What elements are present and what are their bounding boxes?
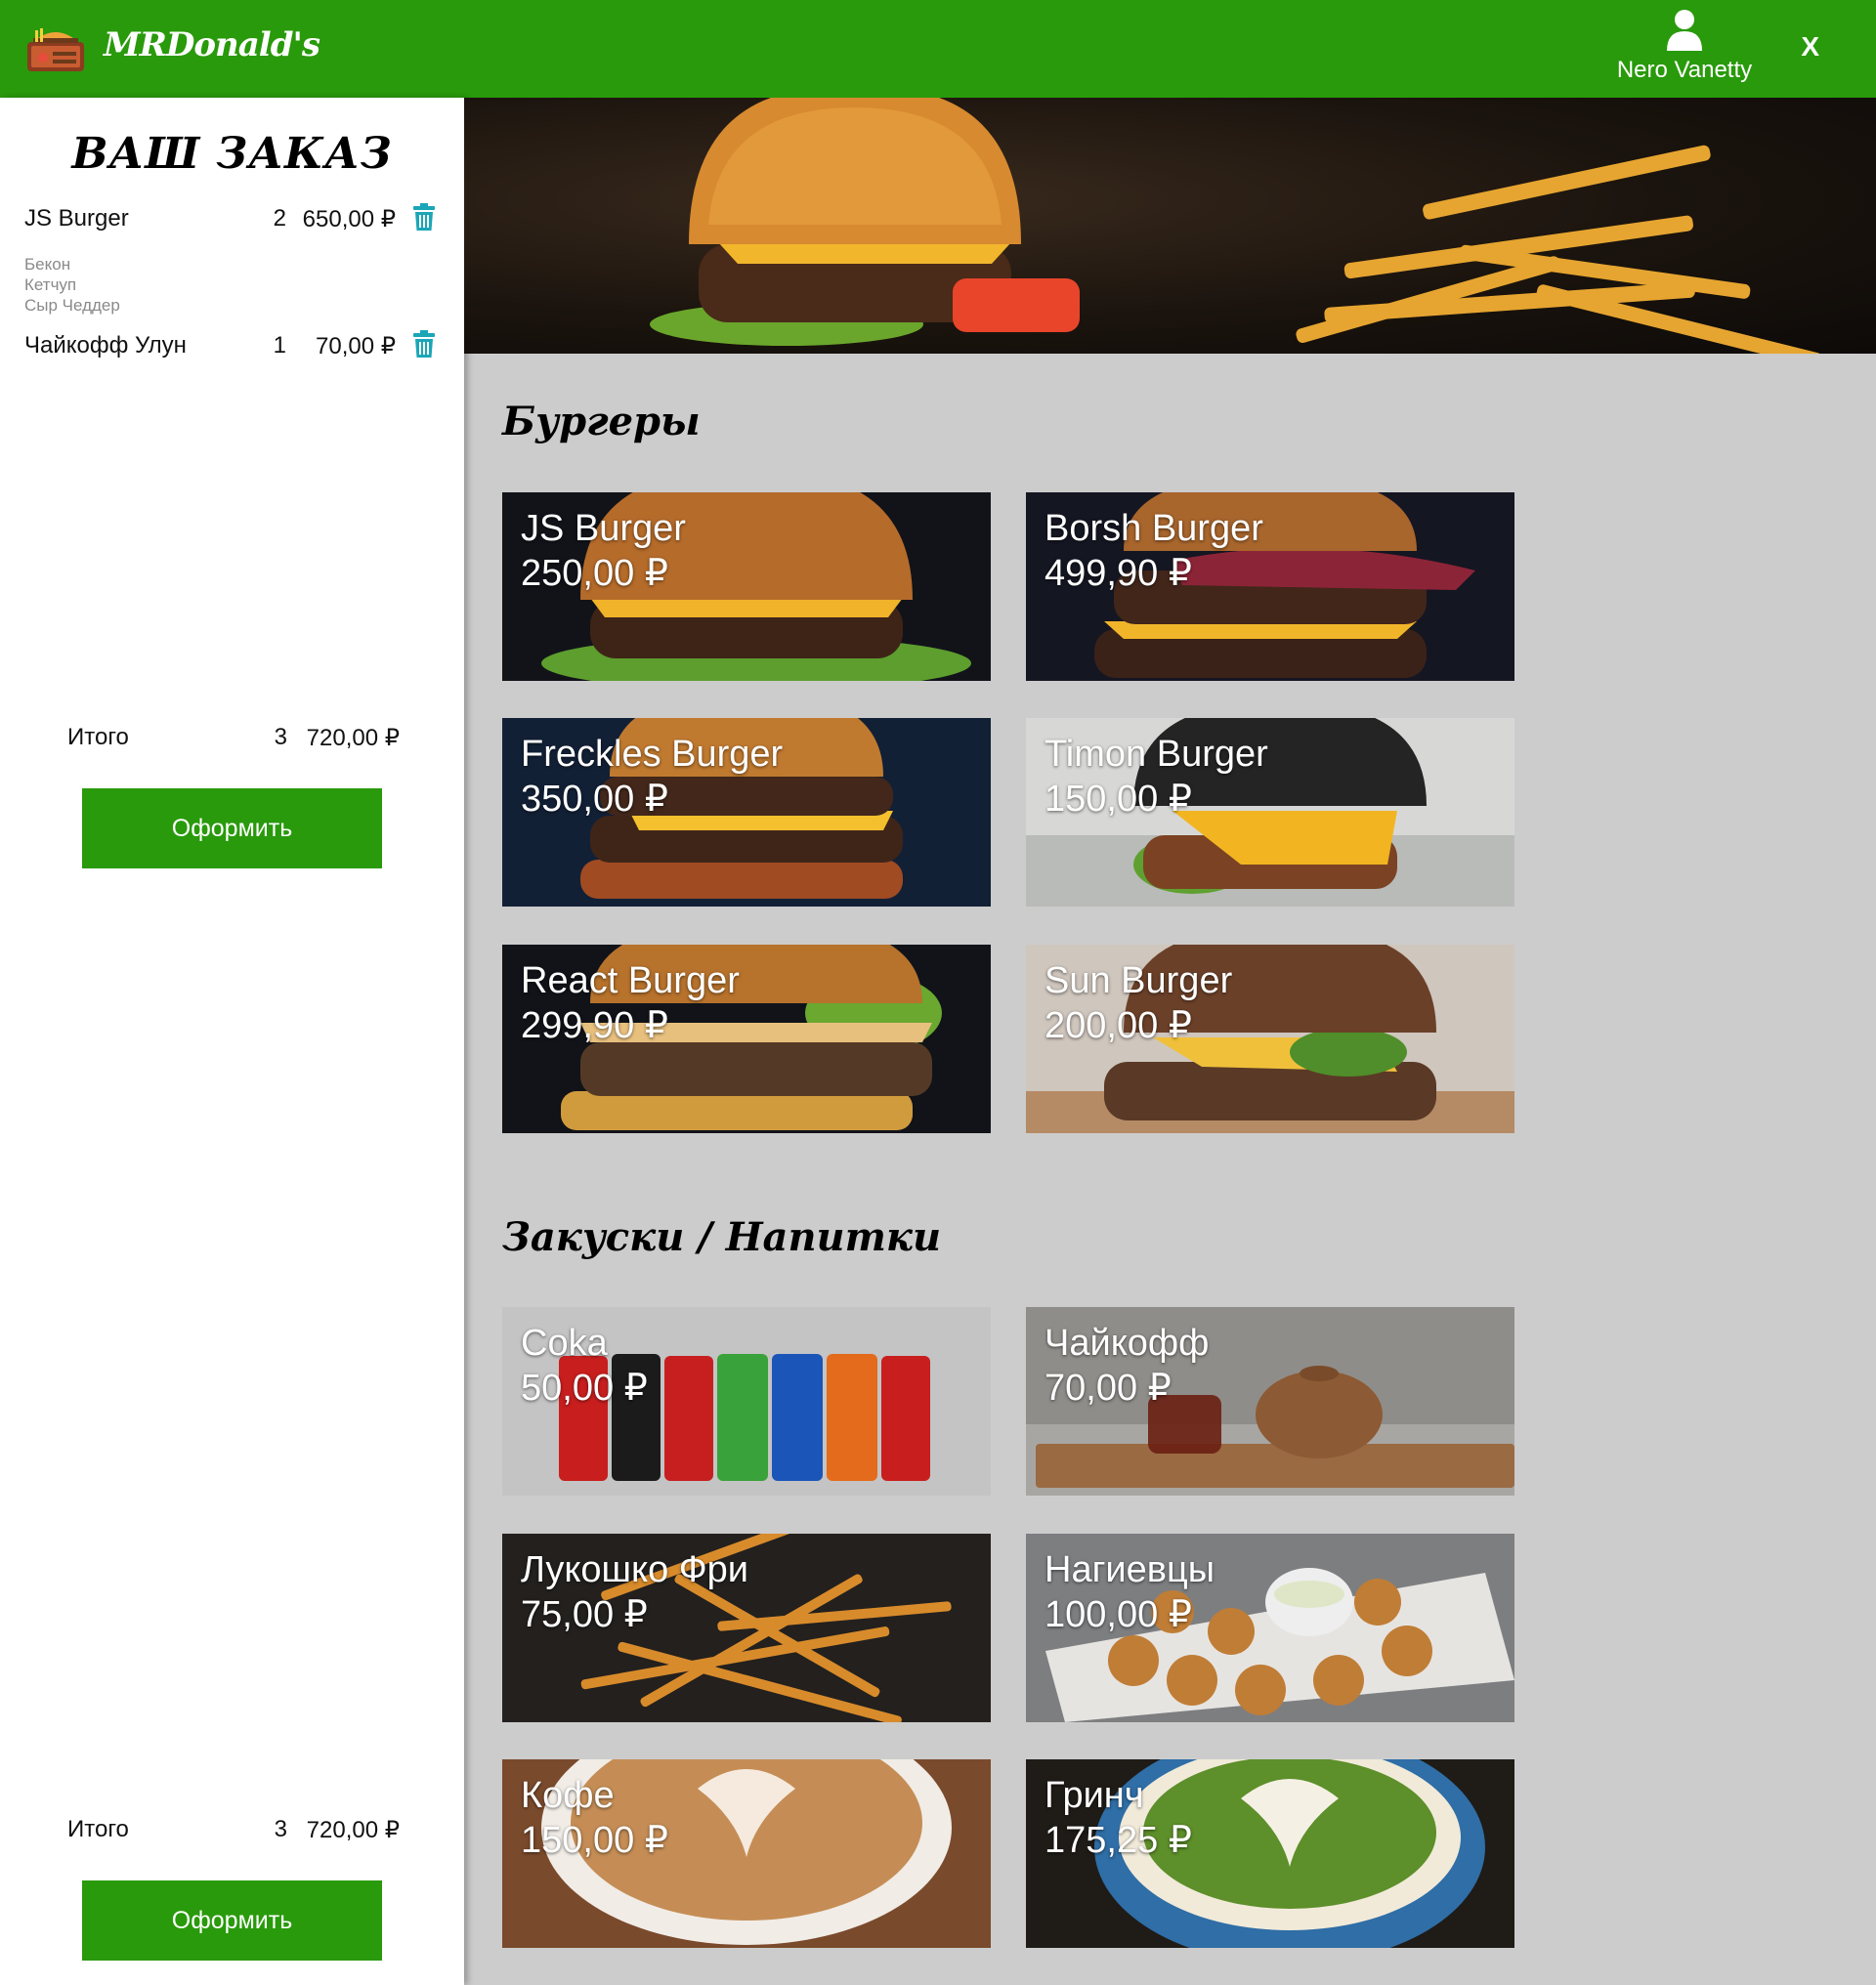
menu-item-card[interactable]: JS Burger 250,00 ₽ xyxy=(502,492,991,681)
logout-button[interactable]: X xyxy=(1801,31,1819,63)
menu-item-name: Freckles Burger xyxy=(521,734,784,775)
topping: Бекон xyxy=(24,255,71,274)
menu-item-name: Borsh Burger xyxy=(1045,508,1263,549)
menu-item-price: 200,00 ₽ xyxy=(1045,1005,1192,1046)
checkout-button[interactable]: Оформить xyxy=(82,1880,382,1961)
total-count: 3 xyxy=(274,724,287,750)
burger-fries-illustration xyxy=(650,98,1822,354)
menu-item-price: 150,00 ₽ xyxy=(1045,779,1192,820)
checkout-button[interactable]: Оформить xyxy=(82,788,382,868)
header: MRDonald's Nero Vanetty X xyxy=(0,0,1876,98)
order-total: Итого 3 720,00 ₽ xyxy=(67,1816,400,1847)
total-count: 3 xyxy=(274,1816,287,1842)
menu-item-name: Нагиевцы xyxy=(1045,1549,1215,1590)
brand-logo-text: MRDonald's xyxy=(104,25,320,64)
menu-item-name: Лукошко Фри xyxy=(521,1549,749,1590)
menu-item-price: 250,00 ₽ xyxy=(521,553,668,594)
menu-item-price: 499,90 ₽ xyxy=(1045,553,1192,594)
total-label: Итого xyxy=(67,724,129,750)
menu-item-card[interactable]: React Burger 299,90 ₽ xyxy=(502,945,991,1133)
order-item-qty: 1 xyxy=(273,332,286,359)
menu-item-card[interactable]: Чайкофф 70,00 ₽ xyxy=(1026,1307,1514,1496)
menu-item-name: React Burger xyxy=(521,960,740,1001)
section-title-burgers: Бургеры xyxy=(502,399,701,444)
menu-item-card[interactable]: Кофе 150,00 ₽ xyxy=(502,1759,991,1948)
order-item-toppings: Бекон Кетчуп Сыр Чеддер xyxy=(24,254,120,316)
menu-item-price: 100,00 ₽ xyxy=(1045,1594,1192,1635)
order-title: ВАШ ЗАКАЗ xyxy=(71,129,393,179)
menu-item-price: 350,00 ₽ xyxy=(521,779,668,820)
trash-icon[interactable] xyxy=(413,330,435,358)
hero-banner-image xyxy=(464,98,1876,354)
menu-item-card[interactable]: Sun Burger 200,00 ₽ xyxy=(1026,945,1514,1133)
burger-box-logo-icon xyxy=(27,28,84,71)
menu-item-price: 150,00 ₽ xyxy=(521,1820,668,1861)
order-item[interactable]: Чайкофф Улун 1 70,00 ₽ xyxy=(24,328,445,363)
menu-item-price: 299,90 ₽ xyxy=(521,1005,668,1046)
menu-item-card[interactable]: Нагиевцы 100,00 ₽ xyxy=(1026,1534,1514,1722)
menu-item-name: Чайкофф xyxy=(1045,1323,1210,1364)
order-item-name: Чайкофф Улун xyxy=(24,332,187,359)
topping: Кетчуп xyxy=(24,275,77,294)
menu-item-name: JS Burger xyxy=(521,508,686,549)
menu-item-card[interactable]: Borsh Burger 499,90 ₽ xyxy=(1026,492,1514,681)
menu-item-name: Timon Burger xyxy=(1045,734,1268,775)
menu-item-price: 70,00 ₽ xyxy=(1045,1368,1172,1409)
user-icon xyxy=(1667,10,1702,51)
order-item-price: 70,00 ₽ xyxy=(316,333,396,359)
topping: Сыр Чеддер xyxy=(24,296,120,315)
menu-item-name: Sun Burger xyxy=(1045,960,1233,1001)
menu-item-name: Кофе xyxy=(521,1775,615,1816)
trash-icon[interactable] xyxy=(413,203,435,231)
user-name: Nero Vanetty xyxy=(1616,57,1753,83)
menu-item-price: 50,00 ₽ xyxy=(521,1368,648,1409)
order-item-price: 650,00 ₽ xyxy=(302,206,396,232)
order-item-name: JS Burger xyxy=(24,205,129,232)
menu-item-name: Гринч xyxy=(1045,1775,1144,1816)
order-item[interactable]: JS Burger 2 650,00 ₽ xyxy=(24,201,445,236)
menu-item-card[interactable]: Timon Burger 150,00 ₽ xyxy=(1026,718,1514,907)
order-sidebar: ВАШ ЗАКАЗ JS Burger 2 650,00 ₽ Бекон Кет… xyxy=(0,98,464,1985)
menu-item-card[interactable]: Лукошко Фри 75,00 ₽ xyxy=(502,1534,991,1722)
order-item-qty: 2 xyxy=(273,205,286,232)
menu-item-card[interactable]: Coka 50,00 ₽ xyxy=(502,1307,991,1496)
total-sum: 720,00 ₽ xyxy=(306,725,400,751)
menu-item-price: 75,00 ₽ xyxy=(521,1594,648,1635)
menu-item-card[interactable]: Freckles Burger 350,00 ₽ xyxy=(502,718,991,907)
total-label: Итого xyxy=(67,1816,129,1842)
section-title-snacks-drinks: Закуски / Напитки xyxy=(502,1214,942,1260)
menu-item-card[interactable]: Гринч 175,25 ₽ xyxy=(1026,1759,1514,1948)
menu-item-price: 175,25 ₽ xyxy=(1045,1820,1192,1861)
order-total: Итого 3 720,00 ₽ xyxy=(67,724,400,755)
menu-item-name: Coka xyxy=(521,1323,608,1364)
total-sum: 720,00 ₽ xyxy=(306,1817,400,1843)
user-profile[interactable]: Nero Vanetty xyxy=(1606,8,1763,84)
